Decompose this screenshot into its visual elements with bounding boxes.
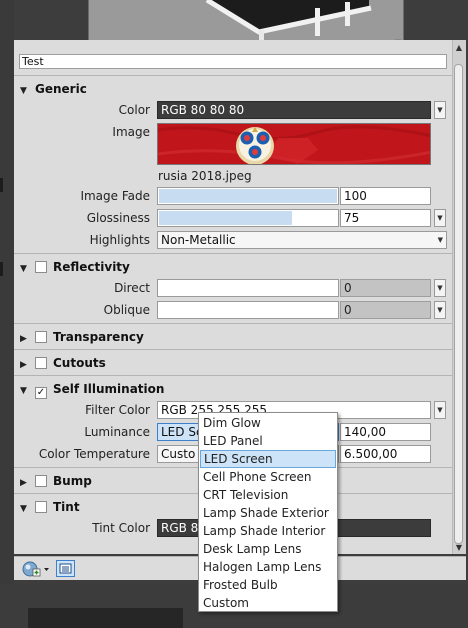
color-temperature-value[interactable]: 6.500,00 xyxy=(340,445,431,463)
material-name-field[interactable]: Test xyxy=(19,54,447,69)
luminance-menu-item[interactable]: Lamp Shade Exterior xyxy=(200,504,336,522)
section-bump-header[interactable]: ▶ Bump xyxy=(20,471,92,491)
triangle-right-icon: ▶ xyxy=(20,360,27,370)
triangle-right-icon: ▶ xyxy=(20,478,27,488)
highlights-select[interactable]: Non-Metallic ▼ xyxy=(157,231,447,249)
left-dock-edge xyxy=(0,0,14,584)
scrollbar-thumb[interactable] xyxy=(454,64,463,544)
direct-dropdown-chevron-icon[interactable]: ▼ xyxy=(434,279,446,297)
triangle-right-icon: ▶ xyxy=(20,334,27,344)
section-title: Bump xyxy=(53,474,92,488)
cutouts-checkbox[interactable] xyxy=(35,357,47,369)
luminance-menu-item[interactable]: Lamp Shade Interior xyxy=(200,522,336,540)
highlights-label: Highlights xyxy=(89,233,150,247)
oblique-dropdown-chevron-icon[interactable]: ▼ xyxy=(434,301,446,319)
section-title: Transparency xyxy=(53,330,144,344)
luminance-menu-item[interactable]: LED Panel xyxy=(200,432,336,450)
triangle-down-icon: ▼ xyxy=(20,264,27,274)
bump-checkbox[interactable] xyxy=(35,475,47,487)
oblique-label: Oblique xyxy=(103,303,150,317)
glossiness-slider-fill xyxy=(159,211,292,225)
oblique-slider[interactable] xyxy=(157,301,339,319)
luminance-menu-item[interactable]: CRT Television xyxy=(200,486,336,504)
section-title: Cutouts xyxy=(53,356,106,370)
section-tint-header[interactable]: ▼ Tint xyxy=(20,497,80,517)
color-label: Color xyxy=(118,103,150,117)
section-title: Self Illumination xyxy=(53,382,165,396)
color-dropdown-chevron-icon[interactable]: ▼ xyxy=(434,101,446,119)
oblique-value[interactable]: 0 xyxy=(340,301,431,319)
color-temperature-label: Color Temperature xyxy=(38,447,150,461)
section-transparency-header[interactable]: ▶ Transparency xyxy=(20,327,144,347)
glossiness-slider[interactable] xyxy=(157,209,339,227)
filter-color-dropdown-chevron-icon[interactable]: ▼ xyxy=(434,401,446,419)
image-fade-value[interactable]: 100 xyxy=(340,187,431,205)
color-temperature-selected-value: Custo xyxy=(161,447,196,461)
direct-label: Direct xyxy=(114,281,150,295)
tint-checkbox[interactable] xyxy=(35,501,47,513)
image-fade-slider[interactable] xyxy=(157,187,339,205)
luminance-menu-item[interactable]: Desk Lamp Lens xyxy=(200,540,336,558)
add-material-icon xyxy=(22,561,49,577)
world-cup-logo-image xyxy=(158,124,430,164)
image-label: Image xyxy=(112,125,150,139)
image-fade-slider-fill xyxy=(159,189,337,203)
section-generic-header[interactable]: ▼ Generic xyxy=(20,79,87,99)
footer-dark-strip xyxy=(28,608,183,628)
section-self-illumination-header[interactable]: ▼ ✓ Self Illumination xyxy=(20,379,164,399)
scroll-up-arrow-icon[interactable]: ▲ xyxy=(455,43,463,53)
glossiness-value[interactable]: 75 xyxy=(340,209,431,227)
section-title: Generic xyxy=(35,82,87,96)
section-reflectivity-header[interactable]: ▼ Reflectivity xyxy=(20,257,130,277)
chevron-down-icon: ▼ xyxy=(437,236,443,244)
highlights-selected-value: Non-Metallic xyxy=(161,233,236,247)
image-texture-thumbnail[interactable] xyxy=(157,123,431,165)
add-material-button[interactable] xyxy=(21,560,51,577)
luminance-menu-item[interactable]: Dim Glow xyxy=(200,414,336,432)
luminance-menu-item[interactable]: Cell Phone Screen xyxy=(200,468,336,486)
luminance-value[interactable]: 140,00 xyxy=(340,423,431,441)
material-editor-window: ▼ Test ▼ Generic Color RGB 80 80 80 ▼ Ima… xyxy=(0,0,468,628)
section-cutouts-header[interactable]: ▶ Cutouts xyxy=(20,353,106,373)
color-value-field[interactable]: RGB 80 80 80 xyxy=(157,101,431,119)
luminance-menu-item[interactable]: LED Screen xyxy=(200,450,336,468)
luminance-selected-value: LED Sc xyxy=(161,425,203,439)
luminance-label: Luminance xyxy=(84,425,150,439)
filter-color-label: Filter Color xyxy=(85,403,150,417)
triangle-down-icon: ▼ xyxy=(20,386,27,396)
tint-color-label: Tint Color xyxy=(92,521,150,535)
reflectivity-checkbox[interactable] xyxy=(35,261,47,273)
luminance-menu-item[interactable]: Halogen Lamp Lens xyxy=(200,558,336,576)
luminance-preset-menu: Dim Glow LED Panel LED Screen Cell Phone Sc… xyxy=(198,412,338,612)
checkmark-icon: ✓ xyxy=(36,387,46,398)
section-title: Reflectivity xyxy=(53,260,130,274)
list-view-toggle[interactable] xyxy=(56,560,75,577)
triangle-down-icon: ▼ xyxy=(20,504,27,514)
image-fade-label: Image Fade xyxy=(80,189,150,203)
direct-slider[interactable] xyxy=(157,279,339,297)
self-illumination-checkbox[interactable]: ✓ xyxy=(35,387,47,399)
direct-value[interactable]: 0 xyxy=(340,279,431,297)
glossiness-label: Glossiness xyxy=(86,211,150,225)
scroll-down-arrow-icon[interactable]: ▼ xyxy=(455,543,463,553)
transparency-checkbox[interactable] xyxy=(35,331,47,343)
luminance-menu-item[interactable]: Custom xyxy=(200,594,336,612)
list-view-icon xyxy=(59,563,72,574)
luminance-menu-item[interactable]: Frosted Bulb xyxy=(200,576,336,594)
triangle-down-icon: ▼ xyxy=(20,86,27,96)
image-filename: rusia 2018.jpeg xyxy=(158,169,252,183)
section-title: Tint xyxy=(53,500,80,514)
glossiness-dropdown-chevron-icon[interactable]: ▼ xyxy=(434,209,446,227)
